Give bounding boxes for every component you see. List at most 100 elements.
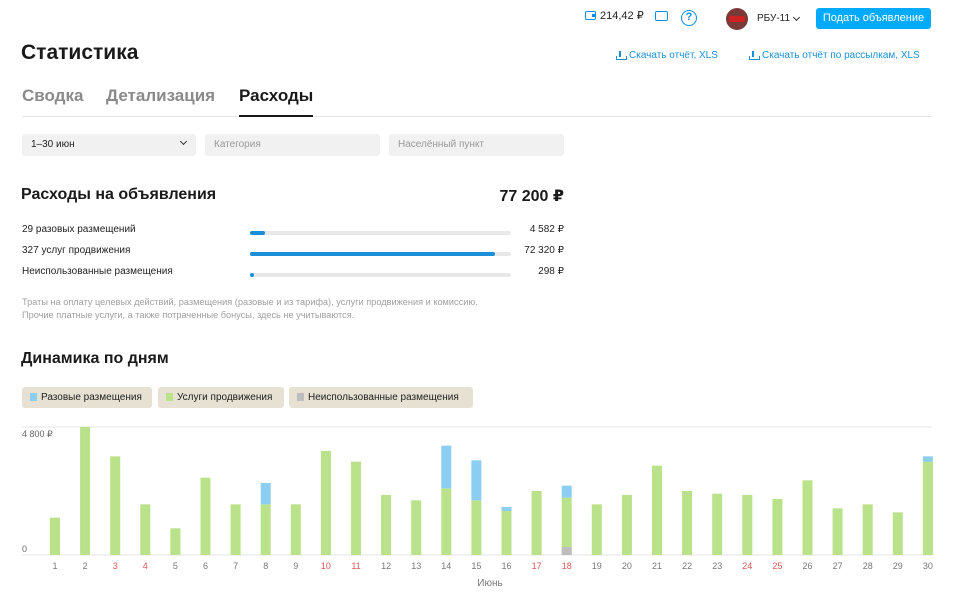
legend-toggle-promotion[interactable]: Услуги продвижения (158, 387, 284, 408)
bar-promotion[interactable] (652, 465, 662, 555)
bar-one-time[interactable] (922, 456, 933, 462)
bar-one-time[interactable] (260, 483, 271, 505)
expenses-total: 77 200 ₽ (499, 188, 564, 205)
y-tick-label: 0 (22, 544, 27, 554)
legend-toggle-one-time[interactable]: Разовые размещения (22, 387, 152, 408)
bar-promotion[interactable] (682, 491, 693, 555)
bar-promotion[interactable] (200, 477, 211, 555)
expense-row: 327 услуг продвижения 72 320 ₽ (22, 245, 564, 259)
x-tick-label: 18 (562, 561, 572, 571)
x-tick-label: 12 (381, 561, 391, 571)
bar-one-time[interactable] (471, 460, 482, 501)
download-mailing-report-link[interactable]: Скачать отчёт по рассылкам, XLS (749, 50, 920, 61)
page-title: Статистика (21, 41, 139, 64)
expense-bar-fill (250, 252, 495, 256)
bar-promotion[interactable] (501, 511, 512, 555)
x-tick-label: 24 (742, 561, 752, 571)
expense-row: 29 разовых размещений 4 582 ₽ (22, 224, 564, 238)
expense-bar-fill (250, 273, 254, 277)
x-tick-label: 15 (471, 561, 481, 571)
bar-promotion[interactable] (892, 512, 903, 555)
bar-promotion[interactable] (742, 495, 753, 555)
bar-promotion[interactable] (110, 456, 121, 555)
bar-promotion[interactable] (290, 504, 301, 555)
bar-promotion[interactable] (351, 461, 361, 555)
bar-one-time[interactable] (501, 507, 512, 511)
download-report-label: Скачать отчёт, XLS (629, 50, 718, 61)
expenses-title: Расходы на объявления (21, 186, 217, 203)
x-tick-label: 25 (772, 561, 782, 571)
note-line: Траты на оплату целевых действий, размещ… (22, 297, 478, 307)
bar-one-time[interactable] (441, 445, 452, 489)
bar-promotion[interactable] (712, 493, 723, 555)
x-tick-label: 19 (592, 561, 602, 571)
bar-one-time[interactable] (561, 485, 572, 498)
bar-promotion[interactable] (50, 517, 60, 555)
download-mailing-report-label: Скачать отчёт по рассылкам, XLS (762, 50, 920, 61)
bar-promotion[interactable] (802, 480, 813, 555)
bar-promotion[interactable] (471, 500, 482, 555)
bar-promotion[interactable] (320, 451, 331, 555)
tab-summary[interactable]: Сводка (22, 86, 83, 117)
period-select[interactable]: 1–30 июн (22, 134, 196, 156)
expenses-note: Траты на оплату целевых действий, размещ… (22, 296, 582, 322)
legend-label: Разовые размещения (41, 392, 142, 403)
bar-promotion[interactable] (411, 500, 422, 555)
bar-promotion[interactable] (862, 504, 873, 555)
x-tick-label: 7 (233, 561, 238, 571)
expense-value: 298 ₽ (538, 266, 564, 277)
tabs: Сводка Детализация Расходы (22, 86, 932, 117)
x-tick-label: 17 (532, 561, 542, 571)
expense-value: 4 582 ₽ (529, 224, 564, 235)
x-tick-label: 10 (321, 561, 331, 571)
x-tick-label: 13 (411, 561, 421, 571)
bar-promotion[interactable] (531, 491, 542, 555)
legend-swatch (297, 393, 304, 401)
x-tick-label: 4 (143, 561, 148, 571)
x-tick-label: 3 (113, 561, 118, 571)
bar-unused[interactable] (561, 547, 572, 555)
bar-promotion[interactable] (832, 508, 843, 555)
category-input[interactable]: Категория (205, 134, 380, 156)
post-ad-button[interactable]: Подать объявление (816, 8, 931, 29)
user-menu[interactable]: РБУ-11 (757, 13, 801, 24)
bar-promotion[interactable] (381, 495, 392, 555)
expense-bar-track (250, 252, 511, 256)
promo-icon[interactable] (655, 11, 668, 21)
x-tick-label: 2 (83, 561, 88, 571)
bar-promotion[interactable] (140, 504, 151, 555)
help-icon[interactable]: ? (681, 10, 697, 26)
download-report-link[interactable]: Скачать отчёт, XLS (616, 50, 718, 61)
note-line: Прочие платные услуги, а также потраченн… (22, 310, 355, 320)
bar-promotion[interactable] (441, 488, 452, 555)
bar-promotion[interactable] (170, 528, 181, 555)
legend-toggle-unused[interactable]: Неиспользованные размещения (289, 387, 473, 408)
bar-promotion[interactable] (230, 504, 241, 555)
x-tick-label: 11 (351, 561, 360, 571)
x-tick-label: 27 (833, 561, 843, 571)
bar-promotion[interactable] (561, 497, 572, 555)
bar-promotion[interactable] (621, 495, 632, 555)
x-tick-label: 6 (203, 561, 208, 571)
expense-bar-track (250, 231, 511, 235)
x-tick-label: 21 (652, 561, 662, 571)
bar-promotion[interactable] (80, 427, 91, 555)
expense-bar-track (250, 273, 511, 277)
bar-promotion[interactable] (922, 461, 933, 555)
x-axis-label: Июнь (477, 578, 502, 589)
city-input[interactable]: Населённый пункт (389, 134, 564, 156)
expense-label: 29 разовых размещений (22, 224, 136, 235)
user-name: РБУ-11 (757, 13, 791, 24)
tab-details[interactable]: Детализация (106, 86, 215, 117)
avatar[interactable] (726, 8, 748, 30)
x-tick-label: 5 (173, 561, 178, 571)
bar-promotion[interactable] (260, 504, 271, 555)
tab-expenses[interactable]: Расходы (239, 86, 314, 117)
expense-label: 327 услуг продвижения (22, 245, 131, 256)
y-tick-label: 4 800 ₽ (22, 429, 53, 439)
wallet-balance[interactable]: 214,42 ₽ (585, 9, 644, 22)
bar-promotion[interactable] (591, 504, 602, 555)
bar-promotion[interactable] (772, 499, 783, 555)
chevron-down-icon (179, 137, 188, 146)
x-tick-label: 8 (263, 561, 268, 571)
